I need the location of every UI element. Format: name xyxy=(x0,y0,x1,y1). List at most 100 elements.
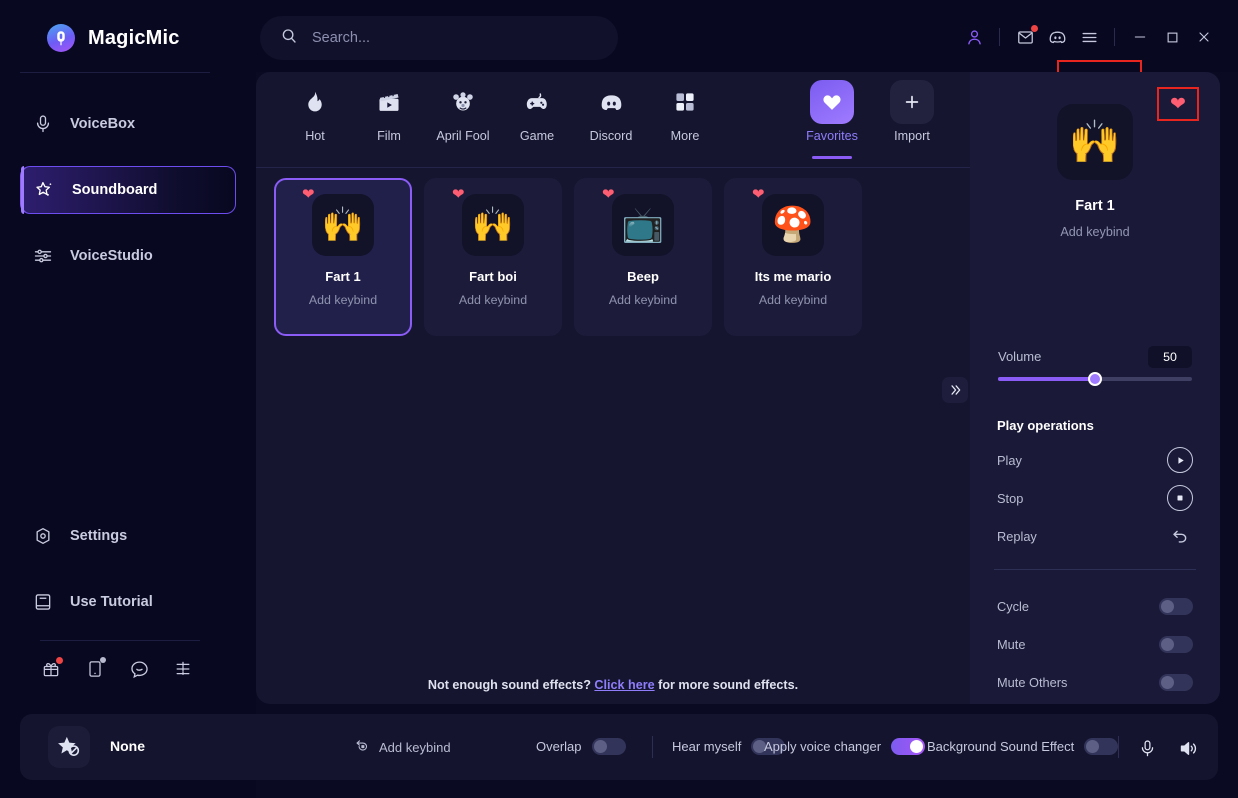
panel-divider xyxy=(994,569,1196,570)
close-icon[interactable] xyxy=(1188,24,1220,50)
current-voice-avatar[interactable] xyxy=(48,726,90,768)
add-keybind-label: Add keybind xyxy=(379,740,451,755)
overlap-toggle[interactable] xyxy=(591,738,626,755)
more-effects-note: Not enough sound effects? Click here for… xyxy=(256,678,970,692)
sound-card[interactable]: ❤ 🍄 Its me mario Add keybind xyxy=(724,178,862,336)
account-icon[interactable] xyxy=(958,24,990,50)
sidebar-item-label: VoiceStudio xyxy=(70,248,153,264)
divider xyxy=(652,736,653,758)
status-badge xyxy=(100,657,106,663)
tab-discord[interactable]: Discord xyxy=(574,84,648,143)
apply-voice-changer-toggle[interactable] xyxy=(891,738,926,755)
click-here-link[interactable]: Click here xyxy=(594,678,654,692)
background-sound-effect-label: Background Sound Effect xyxy=(927,739,1075,754)
volume-slider-fill xyxy=(998,377,1095,381)
sidebar-divider-bottom xyxy=(40,640,200,641)
top-bar: Search... xyxy=(256,0,1238,72)
sound-thumbnail: ❤ 🙌 xyxy=(452,187,524,256)
volume-value[interactable]: 50 xyxy=(1148,346,1192,368)
search-icon xyxy=(280,27,298,50)
sound-card[interactable]: ❤ 📺 Beep Add keybind xyxy=(574,178,712,336)
cycle-row: Cycle xyxy=(997,591,1193,621)
sound-keybind[interactable]: Add keybind xyxy=(309,293,377,307)
search-bar[interactable]: Search... xyxy=(260,16,618,60)
chat-bubble-icon[interactable] xyxy=(128,658,150,680)
magicmic-window: MagicMic VoiceBox Soundboard VoiceStudio… xyxy=(0,0,1238,798)
sidebar-item-label: Use Tutorial xyxy=(70,594,153,610)
favorite-toggle-button[interactable]: ❤ xyxy=(1157,87,1199,121)
category-tabs: Hot Film April Fool Game Discord More Fa… xyxy=(256,60,1142,168)
play-button[interactable] xyxy=(1167,447,1193,473)
footnote-pre: Not enough sound effects? xyxy=(427,678,591,692)
divider xyxy=(1114,28,1115,46)
toggle-knob xyxy=(1161,675,1174,689)
mute-label: Mute xyxy=(997,636,1026,652)
minimize-icon[interactable] xyxy=(1124,24,1156,50)
sidebar-item-settings[interactable]: Settings xyxy=(20,512,236,560)
microphone-icon[interactable] xyxy=(1134,735,1160,761)
detail-title: Fart 1 xyxy=(1075,198,1115,214)
heart-icon xyxy=(810,80,854,124)
sidebar-item-use-tutorial[interactable]: Use Tutorial xyxy=(20,578,236,626)
volume-slider[interactable] xyxy=(998,372,1192,386)
background-sound-effect-toggle[interactable] xyxy=(1084,738,1119,755)
sound-name: Beep xyxy=(627,269,659,284)
sound-keybind[interactable]: Add keybind xyxy=(609,293,677,307)
tab-label: Film xyxy=(377,129,401,143)
grid-icon xyxy=(673,84,697,120)
tab-label: Hot xyxy=(305,129,325,143)
sound-card[interactable]: ❤ 🙌 Fart boi Add keybind xyxy=(424,178,562,336)
divider xyxy=(999,28,1000,46)
gear-icon xyxy=(32,525,54,547)
tab-game[interactable]: Game xyxy=(500,84,574,143)
window-controls xyxy=(958,24,1220,50)
sidebar-item-voicebox[interactable]: VoiceBox xyxy=(20,100,236,148)
detail-keybind[interactable]: Add keybind xyxy=(970,225,1220,239)
double-chevron-right-icon[interactable] xyxy=(942,377,968,403)
mobile-device-icon[interactable] xyxy=(84,657,106,680)
sound-emoji: 📺 xyxy=(621,206,665,244)
star-disabled-icon xyxy=(58,736,80,756)
play-label: Play xyxy=(997,452,1022,468)
tab-hot[interactable]: Hot xyxy=(278,84,352,143)
tab-film[interactable]: Film xyxy=(352,84,426,143)
sound-keybind[interactable]: Add keybind xyxy=(459,293,527,307)
hamburger-menu-icon[interactable] xyxy=(1073,24,1105,50)
hear-myself-label: Hear myself xyxy=(672,739,742,754)
sidebar-item-soundboard[interactable]: Soundboard xyxy=(20,166,236,214)
stop-button[interactable] xyxy=(1167,485,1193,511)
sliders-icon xyxy=(32,245,54,267)
mail-icon[interactable] xyxy=(1009,24,1041,50)
tab-more[interactable]: More xyxy=(648,84,722,143)
gift-box-icon[interactable] xyxy=(40,657,63,680)
tab-favorites[interactable]: Favorites xyxy=(795,80,869,143)
volume-slider-thumb[interactable] xyxy=(1088,372,1102,386)
add-keybind-button[interactable]: Add keybind xyxy=(354,738,451,757)
sidebar-item-voicestudio[interactable]: VoiceStudio xyxy=(20,232,236,280)
sound-card[interactable]: ❤ 🙌 Fart 1 Add keybind xyxy=(274,178,412,336)
feedback-icon[interactable] xyxy=(172,658,194,680)
current-voice-name: None xyxy=(110,738,145,754)
sound-name: Its me mario xyxy=(754,269,832,284)
replay-button[interactable] xyxy=(1167,526,1193,546)
play-operations-title: Play operations xyxy=(997,418,1094,433)
favorite-heart-icon: ❤ xyxy=(452,186,465,203)
play-row: Play xyxy=(997,445,1193,475)
sound-keybind[interactable]: Add keybind xyxy=(759,293,827,307)
microphone-icon xyxy=(32,113,54,135)
toggle-knob xyxy=(1161,637,1174,651)
favorite-heart-icon: ❤ xyxy=(602,186,615,203)
discord-icon[interactable] xyxy=(1041,24,1073,50)
mute-others-toggle[interactable] xyxy=(1159,673,1193,691)
sidebar-nav-bottom: Settings Use Tutorial xyxy=(20,512,236,644)
replay-label: Replay xyxy=(997,528,1037,544)
toggle-knob xyxy=(1086,740,1100,753)
cycle-toggle[interactable] xyxy=(1159,597,1193,615)
tab-import[interactable]: Import xyxy=(875,80,949,143)
search-input[interactable]: Search... xyxy=(312,30,370,46)
tab-april-fool[interactable]: April Fool xyxy=(426,84,500,143)
maximize-icon[interactable] xyxy=(1156,24,1188,50)
mute-toggle[interactable] xyxy=(1159,635,1193,653)
speaker-icon[interactable] xyxy=(1175,735,1201,761)
stop-icon xyxy=(1177,495,1183,501)
